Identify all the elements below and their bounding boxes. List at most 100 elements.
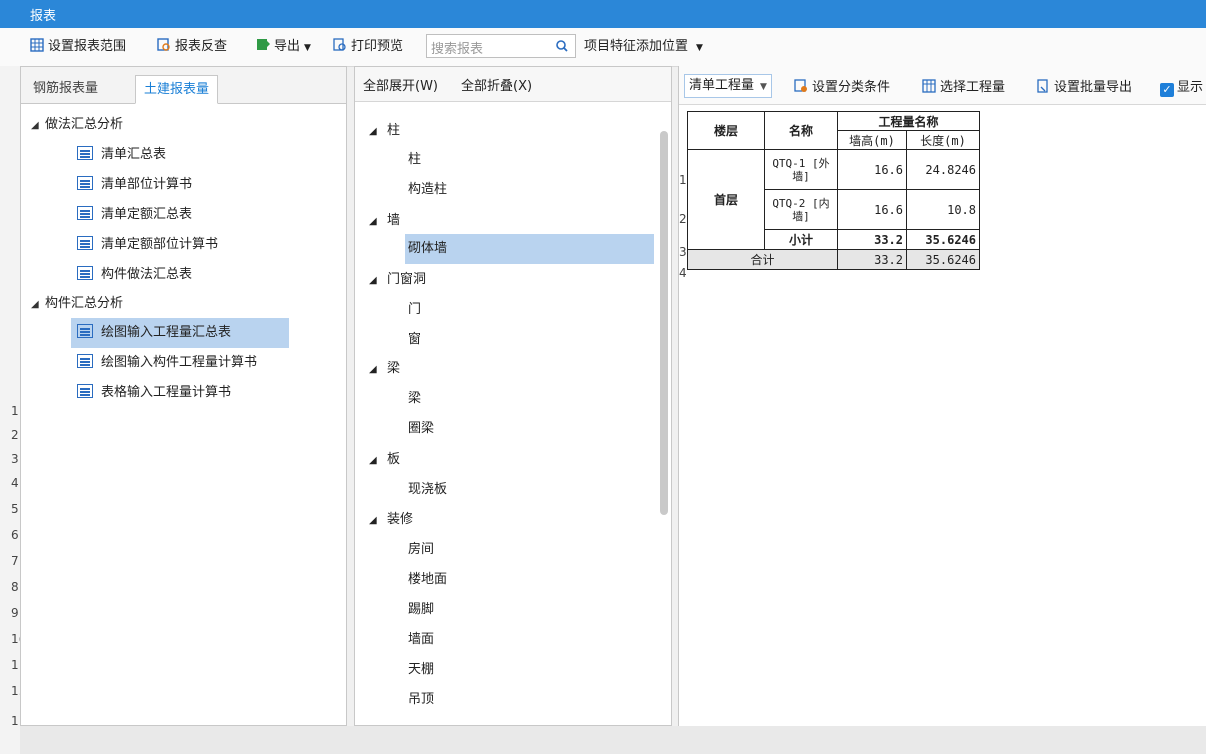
report-search-input[interactable]: 搜索报表 bbox=[426, 34, 576, 58]
cell-floor: 首层 bbox=[687, 149, 765, 250]
checkbox-checked-icon[interactable]: ✓ bbox=[1160, 83, 1174, 97]
collapse-triangle-icon[interactable]: ◢ bbox=[369, 447, 387, 475]
tree-group-component-summary[interactable]: ◢ 构件汇总分析 bbox=[31, 290, 123, 318]
report-item-component-method-summary[interactable]: 构件做法汇总表 bbox=[71, 260, 192, 290]
quantity-summary-table: 楼层 名称 工程量名称 墙高(m) 长度(m) 首层 QTQ-1 [外墙] 16… bbox=[687, 111, 980, 270]
show-checkbox-label: 显示 bbox=[1177, 80, 1204, 95]
cell-subtotal-label: 小计 bbox=[764, 229, 838, 250]
category-item-masonry-wall[interactable]: 砌体墙 bbox=[405, 234, 654, 264]
tab-civil-report[interactable]: 土建报表量 bbox=[135, 75, 219, 104]
select-quantity-button[interactable]: 选择工程量 bbox=[922, 76, 1005, 95]
collapse-all-button[interactable]: 全部折叠(X) bbox=[461, 75, 532, 94]
collapse-triangle-icon[interactable]: ◢ bbox=[369, 507, 387, 535]
category-item-constructional-column[interactable]: 构造柱 bbox=[405, 175, 447, 205]
gutter-row: 7 bbox=[11, 554, 19, 568]
category-item-floor[interactable]: 楼地面 bbox=[405, 565, 447, 595]
tab-rebar-report[interactable]: 钢筋报表量 bbox=[25, 75, 106, 102]
col-header-name: 名称 bbox=[764, 111, 838, 150]
feature-position-dropdown[interactable]: 项目特征添加位置 ▼ bbox=[584, 37, 703, 57]
category-label: 墙 bbox=[387, 213, 401, 228]
set-batch-export-label: 设置批量导出 bbox=[1054, 80, 1133, 95]
category-slab[interactable]: ◢ 板 bbox=[369, 446, 400, 474]
report-item-table-input-calc[interactable]: 表格输入工程量计算书 bbox=[71, 378, 231, 408]
table-row[interactable]: 首层 QTQ-1 [外墙] 16.6 24.8246 bbox=[687, 149, 980, 250]
report-item-bill-summary[interactable]: 清单汇总表 bbox=[71, 140, 166, 170]
category-tree-scrollbar[interactable] bbox=[660, 131, 668, 515]
cell-total-label: 合计 bbox=[687, 249, 838, 270]
report-item-label: 绘图输入构件工程量计算书 bbox=[101, 355, 258, 370]
collapse-triangle-icon[interactable]: ◢ bbox=[31, 112, 45, 140]
category-wall[interactable]: ◢ 墙 bbox=[369, 207, 400, 235]
gutter-row: 5 bbox=[11, 502, 19, 516]
gutter-row: 8 bbox=[11, 580, 19, 594]
category-column[interactable]: ◢ 柱 bbox=[369, 117, 400, 145]
category-label: 柱 bbox=[387, 123, 401, 138]
cell-subtotal-length: 35.6246 bbox=[906, 229, 980, 250]
window-titlebar: 报表 bbox=[0, 0, 1206, 28]
report-row-number: 3 bbox=[679, 245, 687, 259]
report-search-placeholder: 搜索报表 bbox=[431, 42, 484, 57]
cell-wall-height: 16.6 bbox=[837, 149, 907, 190]
gutter-row: 9 bbox=[11, 606, 19, 620]
category-item-skirting[interactable]: 踢脚 bbox=[405, 595, 434, 625]
print-preview-button[interactable]: 打印预览 bbox=[333, 37, 403, 57]
collapse-triangle-icon[interactable]: ◢ bbox=[369, 118, 387, 146]
search-icon[interactable] bbox=[555, 39, 569, 53]
status-bar bbox=[20, 726, 1206, 754]
export-label: 导出 bbox=[274, 39, 301, 54]
category-decoration[interactable]: ◢ 装修 bbox=[369, 506, 413, 534]
category-item-suspended-ceiling[interactable]: 吊顶 bbox=[405, 685, 434, 715]
category-item-room[interactable]: 房间 bbox=[405, 535, 434, 565]
gutter-row: 4 bbox=[11, 476, 19, 490]
table-select-icon bbox=[922, 79, 936, 93]
report-document-icon bbox=[77, 384, 93, 398]
collapse-triangle-icon[interactable]: ◢ bbox=[369, 208, 387, 236]
tree-group-label: 做法汇总分析 bbox=[45, 117, 124, 132]
category-item-cast-slab[interactable]: 现浇板 bbox=[405, 475, 447, 505]
category-item-window[interactable]: 窗 bbox=[405, 325, 421, 355]
expand-all-button[interactable]: 全部展开(W) bbox=[363, 75, 438, 94]
report-row-number: 1 bbox=[679, 173, 687, 187]
col-header-length: 长度(m) bbox=[906, 130, 980, 150]
report-list-panel: 钢筋报表量 土建报表量 ◢ 做法汇总分析 清单汇总表 清单部位计算书 清单定额汇总… bbox=[20, 66, 347, 726]
collapse-triangle-icon[interactable]: ◢ bbox=[369, 267, 387, 295]
report-item-bill-quota-summary[interactable]: 清单定额汇总表 bbox=[71, 200, 192, 230]
feature-position-label: 项目特征添加位置 bbox=[584, 39, 689, 54]
category-item-wall-surface[interactable]: 墙面 bbox=[405, 625, 434, 655]
category-item-ring-beam[interactable]: 圈梁 bbox=[405, 414, 434, 444]
cell-name: QTQ-2 [内墙] bbox=[764, 189, 838, 230]
gutter-row: 1 bbox=[11, 714, 19, 728]
detail-toolbar: 清单工程量 ▼ 设置分类条件 选择工程量 设置批量导出 ✓ 显示 bbox=[679, 66, 1206, 105]
set-batch-export-button[interactable]: 设置批量导出 bbox=[1036, 76, 1132, 95]
quantity-type-dropdown[interactable]: 清单工程量 ▼ bbox=[684, 74, 772, 98]
category-item-door[interactable]: 门 bbox=[405, 295, 421, 325]
tree-group-method-summary[interactable]: ◢ 做法汇总分析 bbox=[31, 111, 123, 139]
export-button[interactable]: 导出 ▼ bbox=[256, 37, 311, 57]
category-item-column[interactable]: 柱 bbox=[405, 145, 421, 175]
set-report-range-button[interactable]: 设置报表范围 bbox=[30, 37, 126, 57]
col-header-wall-height: 墙高(m) bbox=[837, 130, 907, 150]
report-item-bill-quota-location-calc[interactable]: 清单定额部位计算书 bbox=[71, 230, 218, 260]
report-document-icon bbox=[77, 266, 93, 280]
report-document-icon bbox=[77, 324, 93, 338]
cell-wall-height: 16.6 bbox=[837, 189, 907, 230]
chevron-down-icon: ▼ bbox=[304, 43, 311, 53]
report-reverse-check-button[interactable]: 报表反查 bbox=[157, 37, 227, 57]
report-row-number: 4 bbox=[679, 266, 687, 280]
select-quantity-label: 选择工程量 bbox=[940, 80, 1006, 95]
report-item-drawing-component-calc[interactable]: 绘图输入构件工程量计算书 bbox=[71, 348, 257, 378]
set-category-conditions-button[interactable]: 设置分类条件 bbox=[794, 76, 890, 95]
background-row-gutter: 1 2 3 4 5 6 7 8 9 1( 1 1. 1 bbox=[0, 66, 21, 754]
export-icon bbox=[257, 39, 270, 50]
collapse-triangle-icon[interactable]: ◢ bbox=[31, 291, 45, 319]
category-beam[interactable]: ◢ 梁 bbox=[369, 355, 400, 383]
collapse-triangle-icon[interactable]: ◢ bbox=[369, 356, 387, 384]
report-item-drawing-quantity-summary[interactable]: 绘图输入工程量汇总表 bbox=[71, 318, 289, 348]
total-row[interactable]: 合计 33.2 35.6246 bbox=[687, 249, 980, 270]
category-item-ceiling[interactable]: 天棚 bbox=[405, 655, 434, 685]
category-door-window-opening[interactable]: ◢ 门窗洞 bbox=[369, 266, 426, 294]
set-report-range-label: 设置报表范围 bbox=[48, 39, 127, 54]
show-checkbox[interactable]: ✓ 显示 bbox=[1160, 76, 1203, 97]
report-item-bill-location-calc[interactable]: 清单部位计算书 bbox=[71, 170, 192, 200]
category-item-beam[interactable]: 梁 bbox=[405, 384, 421, 414]
